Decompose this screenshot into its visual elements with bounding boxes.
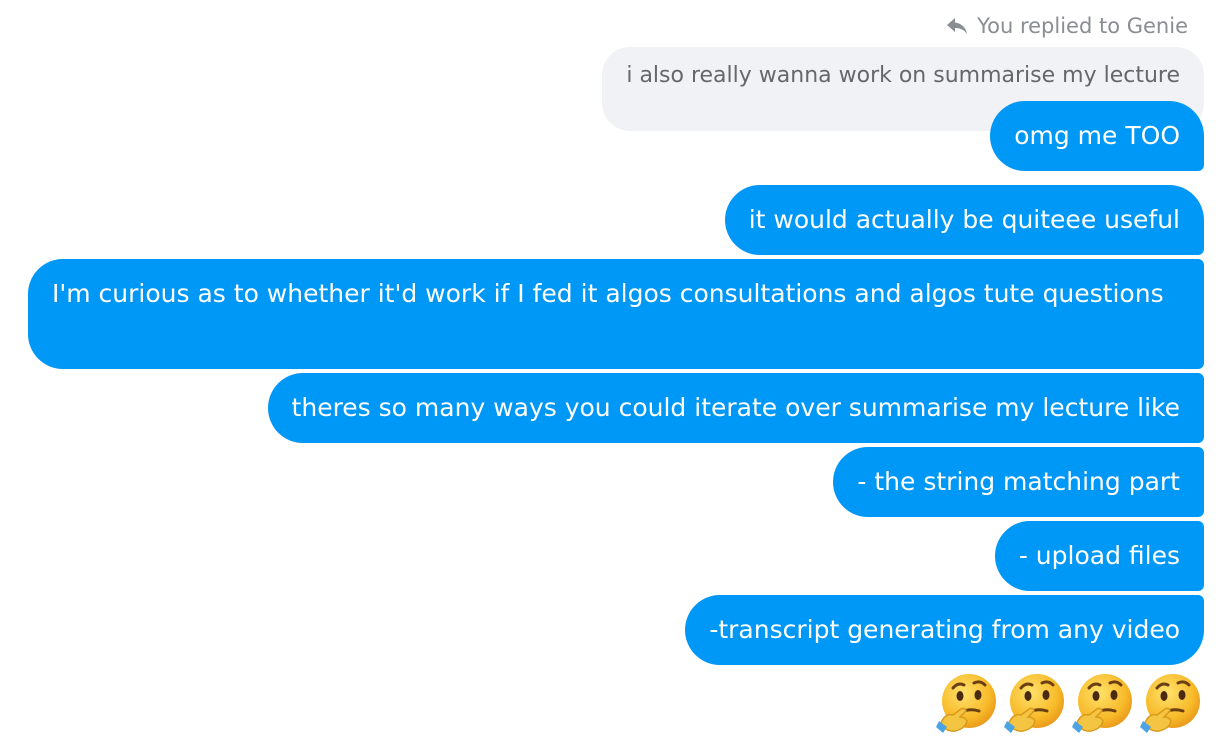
message-bubble[interactable]: -transcript generating from any video: [685, 595, 1204, 665]
message-bubble[interactable]: - the string matching part: [833, 447, 1204, 517]
chat-thread: You replied to Genie i also really wanna…: [0, 0, 1221, 748]
thinking-face-icon: [1140, 674, 1200, 733]
message-bubble[interactable]: it would actually be quiteee useful: [724, 185, 1204, 255]
message-bubble[interactable]: - upload files: [994, 521, 1204, 591]
message-text: -transcript generating from any video: [709, 615, 1180, 644]
message-text: omg me TOO: [1014, 121, 1180, 150]
quoted-message-text: i also really wanna work on summarise my…: [626, 63, 1180, 88]
message-bubble[interactable]: omg me TOO: [990, 101, 1204, 171]
reply-header: You replied to Genie: [946, 12, 1188, 40]
thinking-face-icon: [936, 674, 996, 733]
thinking-face-icon: [1072, 674, 1132, 733]
message-text: theres so many ways you could iterate ov…: [291, 393, 1180, 422]
message-text: it would actually be quiteee useful: [748, 205, 1180, 234]
emoji-message[interactable]: [935, 671, 1203, 735]
reply-header-text: You replied to Genie: [977, 14, 1188, 38]
thinking-face-icon: [1004, 674, 1064, 733]
message-text: - upload files: [1018, 541, 1180, 570]
message-text: I'm curious as to whether it'd work if I…: [52, 279, 1164, 308]
message-text: - the string matching part: [857, 467, 1180, 496]
message-bubble[interactable]: theres so many ways you could iterate ov…: [267, 373, 1204, 443]
message-bubble[interactable]: I'm curious as to whether it'd work if I…: [28, 259, 1204, 369]
reply-icon: [947, 18, 968, 34]
